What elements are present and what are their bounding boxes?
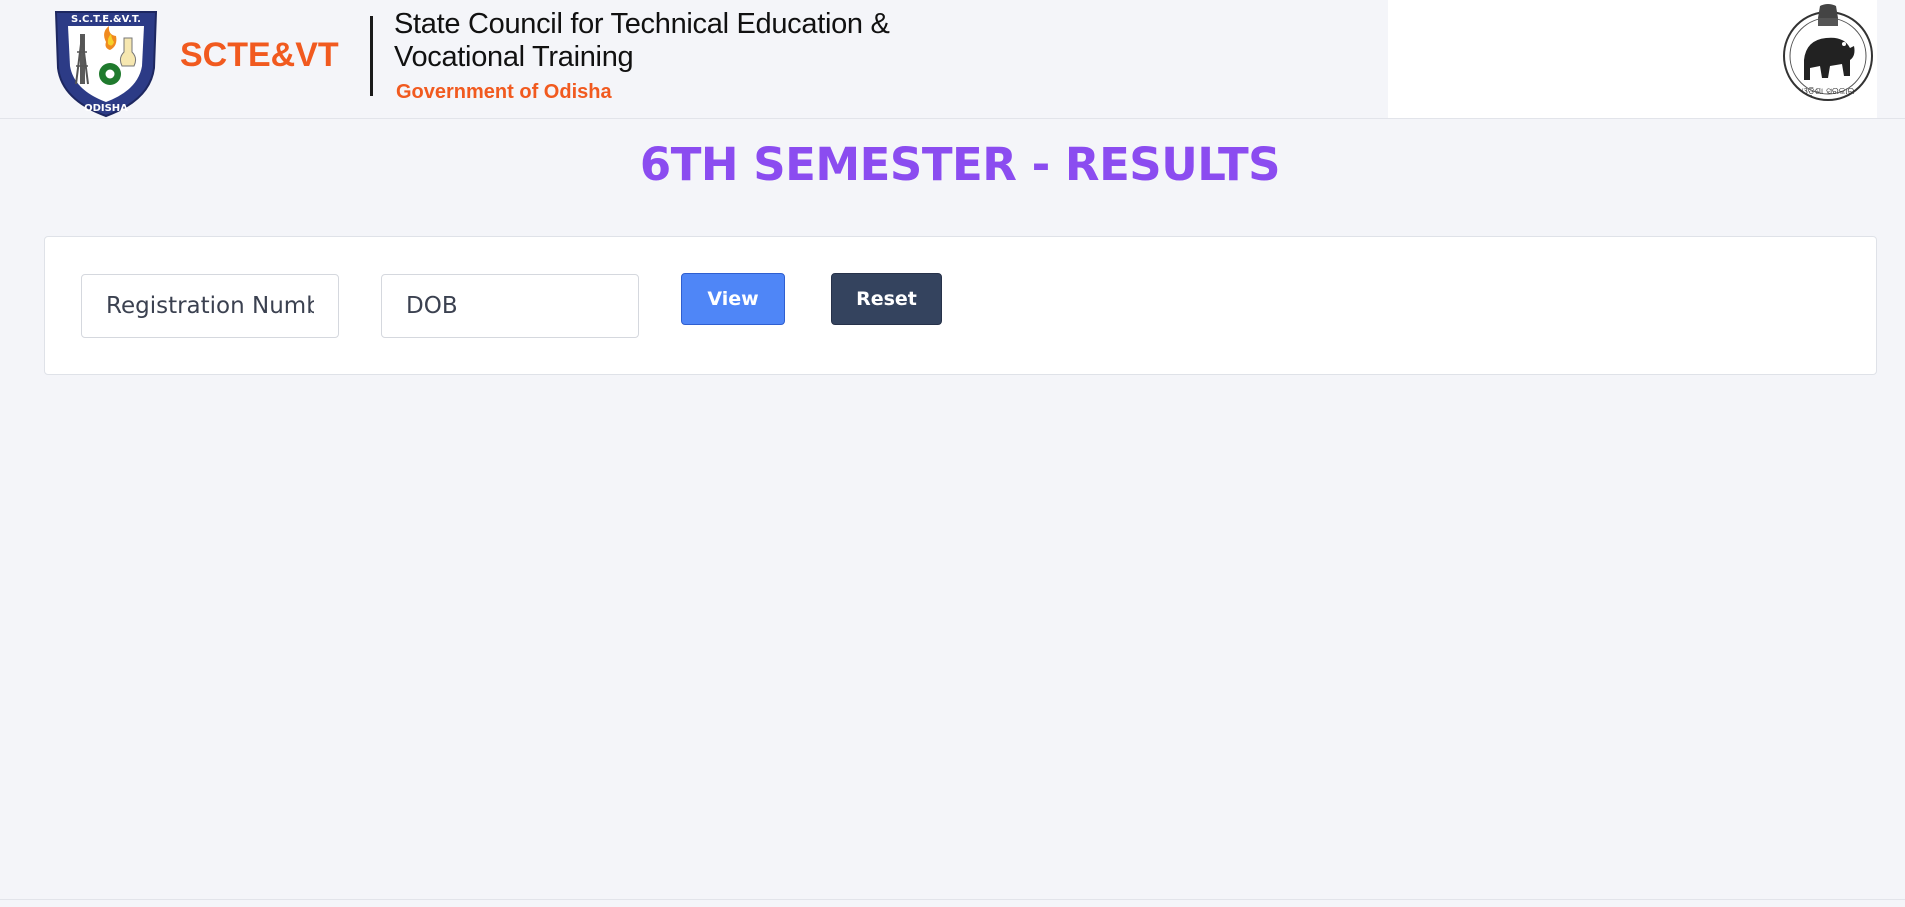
header-divider (370, 16, 373, 96)
result-search-form: View Reset (44, 236, 1877, 375)
svg-text:ଓଡ଼ିଶା ସରକାର: ଓଡ଼ିଶା ସରକାର (1802, 86, 1855, 97)
page-title: 6TH SEMESTER - RESULTS (639, 138, 1281, 191)
view-button[interactable]: View (681, 273, 785, 325)
brand-name: SCTE&VT (180, 36, 339, 74)
site-header: S.C.T.E.&V.T. ODISHA SCTE&VT State Counc… (0, 0, 1905, 119)
organization-name: State Council for Technical Education & … (394, 8, 890, 73)
svg-text:S.C.T.E.&V.T.: S.C.T.E.&V.T. (71, 14, 141, 25)
odisha-state-emblem-icon: ଓଡ଼ିଶା ସରକାର (1783, 4, 1873, 101)
footer-divider (0, 899, 1905, 900)
government-label: Government of Odisha (396, 81, 612, 103)
reset-button[interactable]: Reset (831, 273, 942, 325)
dob-input[interactable] (381, 274, 639, 338)
scte-vt-logo-icon[interactable]: S.C.T.E.&V.T. ODISHA (46, 2, 166, 118)
svg-text:ODISHA: ODISHA (84, 103, 128, 114)
registration-number-input[interactable] (81, 274, 339, 338)
